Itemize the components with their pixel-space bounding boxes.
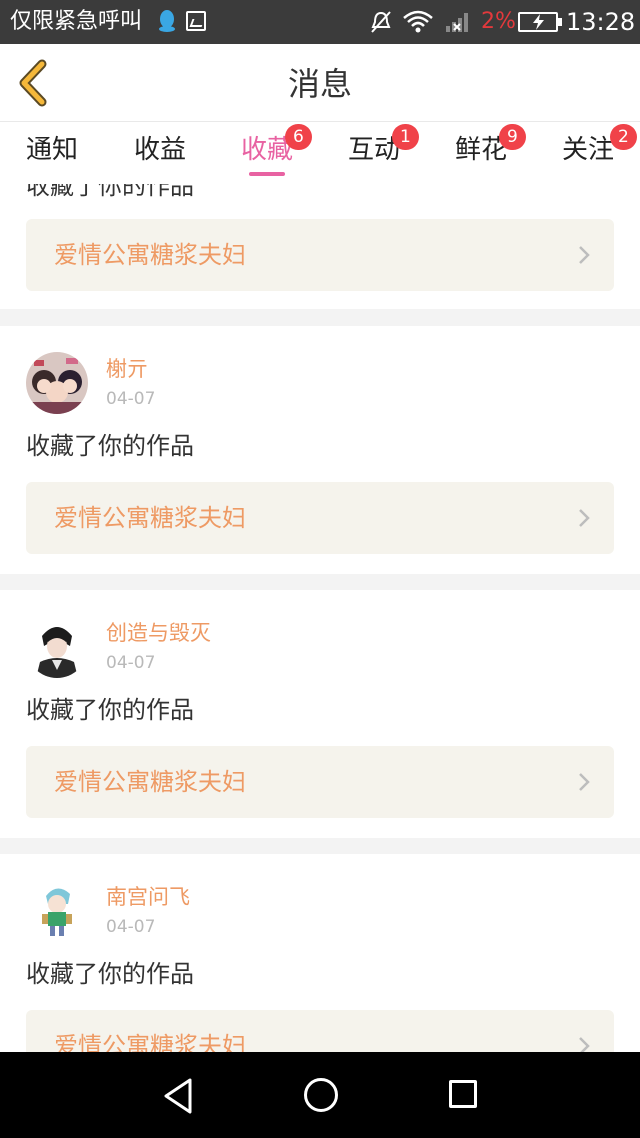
chevron-right-icon [579, 246, 590, 264]
work-link[interactable]: 爱情公寓糖浆夫妇 [26, 482, 614, 554]
tab-badge: 1 [392, 124, 419, 150]
work-title: 爱情公寓糖浆夫妇 [54, 1032, 246, 1052]
tab-badge: 2 [610, 124, 637, 150]
tab-flowers[interactable]: 鲜花 9 [455, 124, 526, 166]
chevron-right-icon [579, 1037, 590, 1052]
back-triangle-icon[interactable] [160, 1076, 200, 1116]
username[interactable]: 南宫问飞 [106, 884, 190, 910]
username[interactable]: 创造与毁灭 [106, 620, 211, 646]
active-tab-indicator [249, 172, 285, 176]
wifi-icon [403, 10, 433, 33]
work-title: 爱情公寓糖浆夫妇 [54, 768, 246, 796]
avatar[interactable] [26, 880, 88, 942]
tab-badge: 6 [285, 124, 312, 150]
recent-square-icon[interactable] [449, 1080, 477, 1108]
chevron-right-icon [579, 773, 590, 791]
tab-favorites[interactable]: 收藏 6 [241, 124, 312, 166]
timestamp: 04-07 [106, 653, 156, 673]
tab-notifications[interactable]: 通知 [26, 134, 78, 166]
status-bar: 仅限紧急呼叫 2% 13:28 [0, 0, 640, 44]
message-card: 南宫问飞 04-07 收藏了你的作品 爱情公寓糖浆夫妇 [0, 854, 640, 1052]
tab-label: 关注 [562, 135, 615, 165]
tab-follows[interactable]: 关注 2 [562, 124, 637, 166]
tab-interactions[interactable]: 互动 1 [348, 124, 419, 166]
system-nav-bar [0, 1052, 640, 1138]
message-card: 榭亓 04-07 收藏了你的作品 爱情公寓糖浆夫妇 [0, 326, 640, 574]
username[interactable]: 榭亓 [106, 356, 148, 382]
tab-bar: 通知 收益 收藏 6 互动 1 鲜花 9 关注 2 [0, 122, 640, 184]
tab-label: 收益 [134, 135, 187, 165]
status-time: 13:28 [566, 8, 636, 36]
status-notification-text: 仅限紧急呼叫 [10, 9, 143, 34]
mute-icon [371, 11, 391, 33]
qq-icon [159, 10, 175, 32]
action-text: 收藏了你的作品 [26, 960, 194, 988]
work-link[interactable]: 爱情公寓糖浆夫妇 [26, 219, 614, 291]
timestamp: 04-07 [106, 917, 156, 937]
battery-charging-icon [518, 12, 562, 32]
message-card: 创造与毁灭 04-07 收藏了你的作品 爱情公寓糖浆夫妇 [0, 590, 640, 838]
app-root: 仅限紧急呼叫 2% 13:28 消息 通知 收益 收藏 6 互动 1 鲜花 9 … [0, 0, 640, 1138]
page-title: 消息 [287, 65, 352, 103]
work-title: 爱情公寓糖浆夫妇 [54, 504, 246, 532]
tab-badge: 9 [499, 124, 526, 150]
battery-percent: 2% [481, 9, 516, 34]
avatar[interactable] [26, 352, 88, 414]
chevron-right-icon [579, 509, 590, 527]
tab-earnings[interactable]: 收益 [134, 134, 186, 166]
timestamp: 04-07 [106, 389, 156, 409]
message-card: 收藏了你的作品 爱情公寓糖浆夫妇 [0, 184, 640, 309]
image-icon [186, 11, 206, 31]
work-title: 爱情公寓糖浆夫妇 [54, 241, 246, 269]
tab-label: 通知 [26, 135, 79, 165]
signal-icon [446, 13, 468, 32]
action-text: 收藏了你的作品 [26, 696, 194, 724]
work-link[interactable]: 爱情公寓糖浆夫妇 [26, 1010, 614, 1052]
message-feed[interactable]: 收藏了你的作品 爱情公寓糖浆夫妇 榭亓 04-07 收藏了你的作品 爱情公寓糖浆… [0, 184, 640, 1052]
home-circle-icon[interactable] [304, 1078, 338, 1112]
header-bar: 消息 [0, 44, 640, 122]
work-link[interactable]: 爱情公寓糖浆夫妇 [26, 746, 614, 818]
action-text: 收藏了你的作品 [26, 184, 194, 200]
avatar[interactable] [26, 616, 88, 678]
action-text: 收藏了你的作品 [26, 432, 194, 460]
